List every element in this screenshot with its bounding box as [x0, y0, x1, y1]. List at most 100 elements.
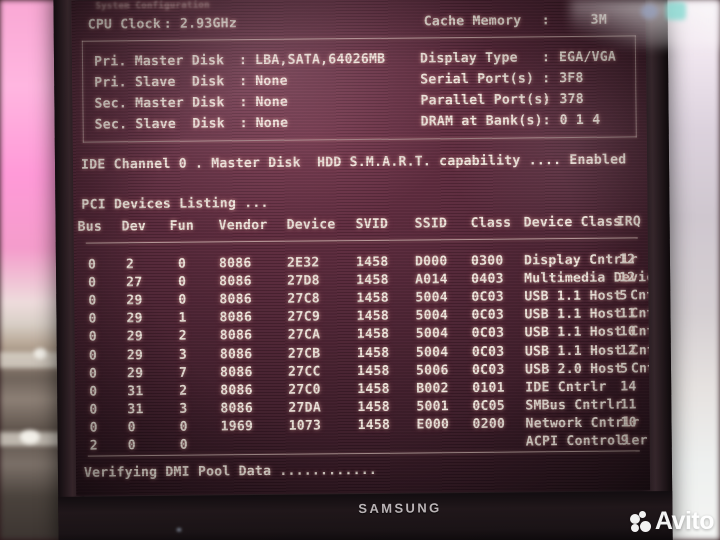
pci-row-9-irq: 10: [620, 415, 637, 431]
pci-row-3-bus: 0: [88, 311, 97, 327]
pci-row-7-bus: 0: [89, 384, 98, 400]
pci-row-0-vendor: 8086: [218, 256, 252, 272]
divider-info-right: [634, 35, 637, 138]
serial-port-value: 3F8: [559, 70, 584, 87]
pci-row-1-ssid: A014: [415, 272, 448, 288]
serial-port-separator: :: [542, 71, 551, 87]
pci-row-0-irq: 12: [618, 252, 636, 268]
pci-row-5-dev: 29: [126, 347, 144, 363]
pci-row-6-fun: 7: [178, 365, 188, 381]
dram-bank-label: DRAM at Bank(s): [420, 113, 543, 130]
background-pebble-1: [34, 348, 47, 359]
pci-row-9-bus: 0: [89, 420, 98, 436]
sec-slave-disk-separator: :: [239, 116, 248, 132]
pci-row-4-vendor: 8086: [219, 328, 253, 344]
pci-row-4-svid: 1458: [356, 327, 390, 343]
dram-bank-value: 0 1 4: [559, 112, 601, 129]
parallel-port-label: Parallel Port(s): [420, 92, 551, 109]
crt-screen: System Configuration CPU Clock : 2.93GHz…: [71, 0, 651, 496]
pci-row-7-device: 27C0: [288, 382, 321, 398]
pci-row-7-fun: 2: [179, 383, 188, 399]
pci-row-0-dev: 2: [125, 257, 135, 273]
pci-row-7-svid: 1458: [357, 381, 390, 397]
divider-pci-header: [85, 237, 638, 244]
pci-row-1-irq: 12: [619, 270, 636, 286]
pci-row-6-svid: 1458: [356, 363, 390, 379]
pci-row-6-dev: 29: [126, 365, 144, 381]
pci-row-0-device: 2E32: [286, 255, 320, 271]
pci-row-9-svid: 1458: [357, 417, 391, 433]
pci-row-7-vendor: 8086: [220, 382, 253, 399]
pci-row-9-vendor: 1969: [220, 418, 254, 435]
pci-row-7-dev: 31: [127, 383, 144, 399]
pci-row-10-device-class: ACPI Controller: [525, 433, 648, 450]
power-led: [176, 527, 182, 532]
pci-row-3-ssid: 5004: [415, 308, 449, 324]
cache-memory-value: 3M: [590, 12, 608, 28]
pci-row-3-vendor: 8086: [219, 310, 253, 326]
pci-row-8-svid: 1458: [357, 399, 390, 415]
pci-row-6-device: 27CC: [287, 364, 321, 380]
pci-row-10-bus: 2: [89, 438, 98, 454]
pci-row-3-class: 0C03: [471, 307, 505, 324]
pci-row-5-irq: 12: [619, 342, 637, 359]
pci-row-6-ssid: 5006: [415, 362, 449, 379]
pci-row-5-device: 27CB: [287, 345, 321, 362]
pci-row-8-device-class: SMBus Cntrlr: [525, 397, 624, 414]
pci-row-2-svid: 1458: [356, 290, 389, 307]
pri-master-disk-label: Pri. Master Disk: [93, 53, 225, 70]
photo-canvas: SAMSUNG System Configuration CPU Clock :…: [0, 0, 720, 540]
reflection-blob-right: [666, 2, 686, 20]
pci-row-2-bus: 0: [88, 293, 97, 309]
pci-row-4-fun: 2: [178, 329, 187, 345]
pci-row-2-vendor: 8086: [219, 292, 252, 308]
pci-row-9-dev: 0: [127, 420, 136, 436]
crt-monitor: SAMSUNG System Configuration CPU Clock :…: [53, 0, 673, 540]
pci-row-10-dev: 0: [127, 438, 136, 454]
pci-row-7-class: 0101: [472, 380, 505, 396]
pci-row-1-fun: 0: [178, 274, 187, 290]
pri-master-disk-separator: :: [238, 53, 248, 69]
sec-slave-disk-value: None: [255, 115, 289, 132]
pci-row-1-vendor: 8086: [219, 274, 252, 290]
pci-row-9-ssid: E000: [416, 417, 450, 433]
sec-master-disk-value: None: [255, 94, 289, 111]
pci-row-7-irq: 14: [620, 379, 637, 395]
pci-row-8-ssid: 5001: [416, 398, 449, 415]
cache-memory-label: Cache Memory: [423, 13, 522, 30]
pci-row-10-fun: 0: [179, 437, 188, 453]
pci-row-7-ssid: B002: [416, 380, 449, 397]
pri-slave-disk-value: None: [255, 73, 288, 90]
pci-col-header-irq: IRQ: [616, 214, 642, 230]
bios-header-title: System Configuration: [95, 0, 210, 12]
pci-row-8-irq: 11: [620, 397, 637, 413]
pci-row-3-fun: 1: [178, 310, 187, 327]
pci-row-1-bus: 0: [88, 275, 97, 291]
pci-row-6-vendor: 8086: [219, 364, 253, 380]
pci-row-8-class: 0C05: [472, 398, 505, 414]
pci-row-8-vendor: 8086: [220, 400, 253, 417]
avito-watermark-text: Avito: [654, 507, 715, 535]
pci-col-header-bus: Bus: [77, 219, 103, 235]
pci-row-8-bus: 0: [89, 402, 98, 418]
dram-bank-separator: :: [542, 113, 551, 129]
divider-info-left: [81, 40, 84, 143]
pci-row-3-device: 27C9: [287, 309, 321, 326]
pci-row-1-device: 27D8: [287, 273, 320, 289]
display-type-separator: :: [541, 50, 551, 66]
pci-row-4-bus: 0: [88, 329, 97, 346]
pci-row-4-class: 0C03: [471, 326, 505, 342]
pci-col-header-ssid: SSID: [414, 216, 448, 232]
pci-row-3-svid: 1458: [356, 309, 390, 325]
pci-row-5-svid: 1458: [356, 345, 390, 361]
sec-master-disk-separator: :: [239, 95, 248, 111]
pci-col-header-vendor: Vendor: [218, 217, 268, 234]
pri-master-disk-value: LBA,SATA,64026MB: [254, 51, 386, 69]
pci-row-0-class: 0300: [470, 253, 504, 269]
monitor-brand-logo: SAMSUNG: [358, 500, 442, 517]
pci-row-5-ssid: 5004: [415, 344, 449, 360]
reflection-blob-left: [641, 4, 658, 19]
pci-row-10-irq: 9: [620, 433, 629, 449]
divider-top: [81, 35, 636, 42]
pri-slave-disk-label: Pri. Slave Disk: [94, 74, 225, 91]
